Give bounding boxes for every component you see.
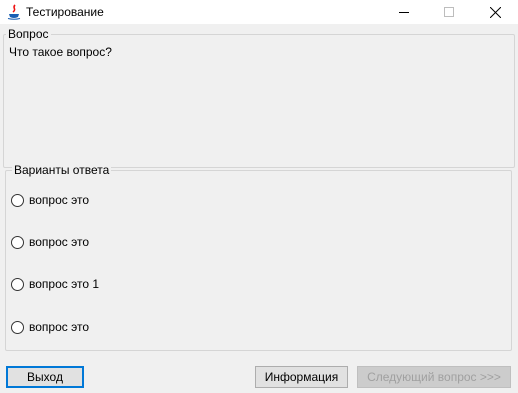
java-cup-icon	[7, 4, 21, 20]
answer-label: вопрос это 1	[29, 277, 99, 291]
radio-button[interactable]	[11, 277, 24, 291]
answer-label: вопрос это	[29, 193, 89, 207]
radio-button[interactable]	[11, 320, 24, 334]
answers-group: Варианты ответа вопрос это вопрос это во…	[5, 163, 512, 351]
maximize-button[interactable]	[426, 0, 472, 24]
answer-option-4[interactable]: вопрос это	[11, 319, 89, 335]
minimize-icon	[399, 12, 409, 13]
question-legend: Вопрос	[6, 27, 51, 41]
exit-button[interactable]: Выход	[6, 366, 84, 388]
question-group: Вопрос Что такое вопрос?	[3, 27, 515, 168]
question-text: Что такое вопрос?	[9, 45, 112, 59]
window-title: Тестирование	[26, 5, 104, 19]
next-question-button[interactable]: Следующий вопрос >>>	[357, 366, 511, 388]
info-button[interactable]: Информация	[255, 366, 348, 388]
radio-button[interactable]	[11, 235, 24, 249]
answer-label: вопрос это	[29, 320, 89, 334]
answer-label: вопрос это	[29, 235, 89, 249]
close-icon	[489, 6, 501, 18]
minimize-button[interactable]	[381, 0, 427, 24]
answer-option-3[interactable]: вопрос это 1	[11, 276, 99, 292]
close-button[interactable]	[472, 0, 518, 24]
answer-option-1[interactable]: вопрос это	[11, 192, 89, 208]
answers-legend: Варианты ответа	[12, 163, 112, 177]
maximize-icon	[444, 7, 454, 17]
radio-button[interactable]	[11, 193, 24, 207]
answer-option-2[interactable]: вопрос это	[11, 234, 89, 250]
title-bar[interactable]: Тестирование	[0, 0, 518, 24]
